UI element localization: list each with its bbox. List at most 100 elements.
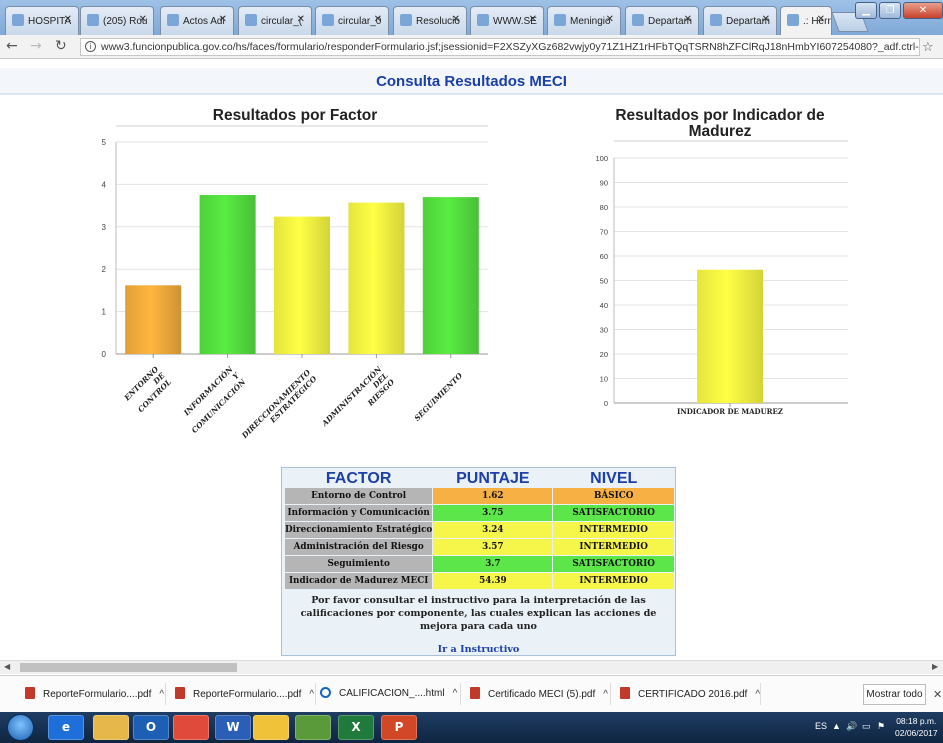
header-nivel: NIVEL <box>590 469 638 487</box>
windows-start-icon[interactable] <box>7 714 34 741</box>
y-tick-label: 30 <box>600 326 608 335</box>
html-file-icon <box>320 687 331 698</box>
word-icon[interactable]: W <box>215 715 251 740</box>
x-category-label: ADMINISTRACIÓNDELRIESGO <box>320 364 397 429</box>
download-filename: CERTIFICADO 2016.pdf <box>638 689 748 700</box>
pdf-file-icon <box>175 687 185 699</box>
y-tick-label: 5 <box>102 138 107 147</box>
factor-cell: Direccionamiento Estratégico <box>285 522 433 538</box>
scroll-left-icon[interactable]: ◀ <box>4 662 10 671</box>
clock[interactable]: 08:18 p.m. 02/06/2017 <box>895 715 938 739</box>
clock-time: 08:18 p.m. <box>896 716 937 726</box>
x-category-label-line: SEGUIMIENTO <box>413 371 465 423</box>
bar-administraci-n-del-riesgo <box>348 202 405 354</box>
nivel-cell: INTERMEDIO <box>553 522 674 538</box>
bar-direccionamiento-estrat-gico <box>274 216 330 354</box>
language-indicator[interactable]: ES <box>815 721 827 731</box>
nivel-cell: SATISFACTORIO <box>553 556 674 572</box>
network-icon[interactable]: ▭ <box>862 721 871 732</box>
instructivo-link[interactable]: Ir a Instructivo <box>282 644 675 655</box>
download-item[interactable]: CERTIFICADO 2016.pdf ^ <box>620 687 760 700</box>
powerpoint-icon[interactable]: P <box>381 715 417 740</box>
table-row: Direccionamiento Estratégico 3.24 INTERMED… <box>285 522 674 538</box>
nivel-cell: INTERMEDIO <box>553 539 674 555</box>
close-downloads-icon[interactable]: ✕ <box>933 688 942 701</box>
tray-arrow-icon[interactable]: ▲ <box>832 721 841 731</box>
horizontal-scrollbar[interactable]: ◀ ▶ <box>0 660 943 674</box>
puntaje-cell: 1.62 <box>433 488 553 504</box>
y-tick-label: 2 <box>102 265 107 274</box>
windows-taskbar: ES ▲ 🔊 ▭ ⚑ 08:18 p.m. 02/06/2017 e O W XP <box>0 712 943 743</box>
puntaje-cell: 3.57 <box>433 539 553 555</box>
chrome-icon[interactable] <box>173 715 209 740</box>
x-category-label: INDICADOR DE MADUREZ <box>677 407 783 416</box>
flag-icon[interactable]: ⚑ <box>877 721 885 732</box>
calculator-icon[interactable] <box>295 715 331 740</box>
download-filename: CALIFICACION_....html <box>339 688 445 699</box>
results-table: FACTOR PUNTAJE NIVEL Entorno de Control 1… <box>284 468 675 590</box>
download-options-icon[interactable]: ^ <box>603 689 608 700</box>
excel-icon[interactable]: X <box>338 715 374 740</box>
y-tick-label: 0 <box>102 350 107 359</box>
y-tick-label: 20 <box>600 350 608 359</box>
bar-seguimiento <box>422 197 479 354</box>
download-options-icon[interactable]: ^ <box>453 688 458 699</box>
x-category-label: DIRECCIONAMIENTOESTRATÉGICO <box>239 368 319 441</box>
nivel-cell: SATISFACTORIO <box>553 505 674 521</box>
download-divider <box>460 683 461 705</box>
instructions-note: Por favor consultar el instructivo para … <box>300 595 657 632</box>
clock-date: 02/06/2017 <box>895 728 938 738</box>
factor-cell: Entorno de Control <box>285 488 433 504</box>
download-item[interactable]: ReporteFormulario....pdf ^ <box>25 687 164 700</box>
x-category-label: ENTORNODECONTROL <box>122 364 173 414</box>
x-category-label: SEGUIMIENTO <box>413 371 465 423</box>
pdf-file-icon <box>25 687 35 699</box>
scroll-right-icon[interactable]: ▶ <box>932 662 938 671</box>
download-item[interactable]: Certificado MECI (5).pdf ^ <box>470 687 608 700</box>
y-tick-label: 0 <box>604 399 608 408</box>
show-all-downloads-button[interactable]: Mostrar todo <box>863 684 926 705</box>
table-header-row: FACTOR PUNTAJE NIVEL <box>285 469 674 487</box>
download-divider <box>610 683 611 705</box>
download-item[interactable]: ReporteFormulario....pdf ^ <box>175 687 314 700</box>
download-divider <box>165 683 166 705</box>
factor-cell: Indicador de Madurez MECI <box>285 573 433 589</box>
download-options-icon[interactable]: ^ <box>159 689 164 700</box>
internet-explorer-icon[interactable]: e <box>48 715 84 740</box>
y-tick-label: 10 <box>600 375 608 384</box>
y-tick-label: 100 <box>595 154 608 163</box>
outlook-icon[interactable]: O <box>133 715 169 740</box>
factor-cell: Seguimiento <box>285 556 433 572</box>
nivel-cell: INTERMEDIO <box>553 573 674 589</box>
factor-cell: Administración del Riesgo <box>285 539 433 555</box>
downloads-bar: Mostrar todo ✕ ReporteFormulario....pdf ^… <box>0 675 943 712</box>
table-row: Seguimiento 3.7 SATISFACTORIO <box>285 556 674 572</box>
pdf-file-icon <box>620 687 630 699</box>
download-filename: Certificado MECI (5).pdf <box>488 689 596 700</box>
bar-informaci-n-y-comunicaci-n <box>199 195 256 354</box>
y-tick-label: 80 <box>600 203 608 212</box>
download-item[interactable]: CALIFICACION_....html ^ <box>320 687 457 699</box>
download-options-icon[interactable]: ^ <box>309 689 314 700</box>
download-divider <box>760 683 761 705</box>
nivel-cell: BÁSICO <box>553 488 674 504</box>
y-tick-label: 3 <box>102 223 107 232</box>
y-tick-label: 4 <box>102 180 107 189</box>
table-row: Administración del Riesgo 3.57 INTERMEDIO <box>285 539 674 555</box>
table-row: Información y Comunicación 3.75 SATISFACTO… <box>285 505 674 521</box>
scrollbar-thumb[interactable] <box>20 663 237 672</box>
download-filename: ReporteFormulario....pdf <box>43 689 152 700</box>
y-tick-label: 50 <box>600 277 608 286</box>
y-tick-label: 90 <box>600 179 608 188</box>
x-category-label-line: DIRECCIONAMIENTO <box>239 368 312 441</box>
file-explorer-icon[interactable] <box>93 715 129 740</box>
puntaje-cell: 3.24 <box>433 522 553 538</box>
puntaje-cell: 3.75 <box>433 505 553 521</box>
charts-canvas: 0 1 2 3 4 5 ENTORNODECONTROL INFORMACIÓNYCOMUNI… <box>102 125 848 441</box>
pdf-file-icon <box>470 687 480 699</box>
security-shield-icon[interactable] <box>253 715 289 740</box>
volume-icon[interactable]: 🔊 <box>846 721 857 732</box>
y-tick-label: 60 <box>600 252 608 261</box>
y-tick-label: 40 <box>600 301 608 310</box>
table-row: Entorno de Control 1.62 BÁSICO <box>285 488 674 504</box>
